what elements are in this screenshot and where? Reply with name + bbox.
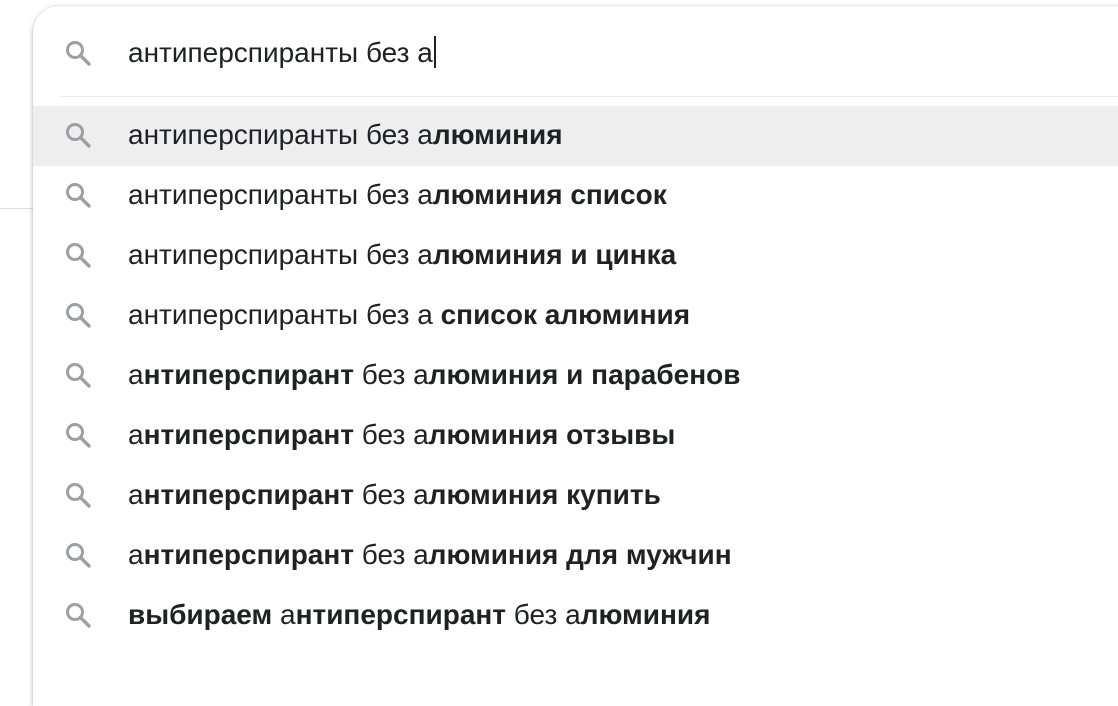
suggestion-completion: люминия и цинка — [432, 239, 677, 270]
suggestion-completion: люминия — [580, 599, 711, 630]
search-icon — [63, 300, 93, 330]
suggestion-text: антиперспиранты без алюминия — [128, 117, 563, 153]
suggestion-completion: выбираем — [128, 599, 273, 630]
search-icon — [63, 480, 93, 510]
suggestion-text: антиперспирант без алюминия отзывы — [128, 417, 675, 453]
suggestion-item[interactable]: антиперспиранты без алюминия список — [33, 166, 1118, 226]
suggestion-query-part: а — [128, 359, 144, 390]
suggestion-completion: нтиперспирант — [143, 479, 355, 510]
suggestion-query-part: без а — [354, 419, 429, 450]
search-icon — [63, 240, 93, 270]
suggestion-query-part: без а — [354, 539, 429, 570]
suggestion-completion: люминия для мужчин — [428, 539, 732, 570]
search-input[interactable]: антиперспиранты без а — [128, 35, 436, 71]
suggestion-text: антиперспирант без алюминия и парабенов — [128, 357, 740, 393]
suggestion-query-part: без а — [506, 599, 581, 630]
suggestion-query-part: антиперспиранты без а — [128, 119, 433, 150]
suggestion-query-part: антиперспиранты без а — [128, 239, 433, 270]
suggestion-item[interactable]: антиперспирант без алюминия для мужчин — [33, 526, 1118, 586]
suggestion-completion: нтиперспирант — [143, 419, 355, 450]
suggestion-query-part: антиперспиранты без а — [128, 299, 441, 330]
suggestion-text: антиперспирант без алюминия для мужчин — [128, 537, 732, 573]
suggestion-query-part: а — [128, 419, 144, 450]
search-icon — [63, 180, 93, 210]
suggestion-completion: список алюминия — [440, 299, 691, 330]
search-icon — [63, 420, 93, 450]
search-icon — [63, 600, 93, 630]
search-icon — [63, 120, 93, 150]
search-input-row[interactable]: антиперспиранты без а — [33, 6, 1118, 96]
suggestion-item[interactable]: антиперспирант без алюминия купить — [33, 466, 1118, 526]
suggestion-text: выбираем антиперспирант без алюминия — [128, 597, 710, 633]
suggestion-item[interactable]: антиперспирант без алюминия отзывы — [33, 406, 1118, 466]
suggestion-query-part: а — [272, 599, 296, 630]
suggestion-item[interactable]: антиперспирант без алюминия и парабенов — [33, 346, 1118, 406]
suggestion-completion: нтиперспирант — [143, 539, 355, 570]
suggestion-item[interactable]: выбираем антиперспирант без алюминия — [33, 586, 1118, 646]
search-input-value: антиперспиранты без а — [128, 37, 433, 68]
suggestion-completion: люминия отзывы — [428, 419, 676, 450]
input-divider — [60, 96, 1118, 97]
suggestion-completion: нтиперспирант — [143, 359, 355, 390]
suggestion-text: антиперспиранты без алюминия и цинка — [128, 237, 676, 273]
suggestion-query-part: антиперспиранты без а — [128, 179, 433, 210]
suggestion-query-part: без а — [354, 359, 429, 390]
suggestion-completion: люминия купить — [428, 479, 661, 510]
search-icon — [63, 360, 93, 390]
search-box: антиперспиранты без а антиперспиранты бе… — [33, 6, 1118, 706]
suggestion-item[interactable]: антиперспиранты без алюминия и цинка — [33, 226, 1118, 286]
suggestion-completion: люминия — [432, 119, 563, 150]
suggestion-text: антиперспиранты без а список алюминия — [128, 297, 690, 333]
search-icon — [63, 540, 93, 570]
text-caret — [433, 36, 436, 68]
search-icon — [63, 38, 93, 68]
suggestion-item[interactable]: антиперспиранты без алюминия — [33, 106, 1118, 166]
suggestion-completion: люминия список — [432, 179, 667, 210]
suggestion-text: антиперспиранты без алюминия список — [128, 177, 667, 213]
suggestion-query-part: а — [128, 479, 144, 510]
suggestion-query-part: а — [128, 539, 144, 570]
suggestions-list: антиперспиранты без алюминия антиперспира… — [33, 106, 1118, 646]
suggestion-query-part: без а — [354, 479, 429, 510]
suggestion-completion: люминия и парабенов — [428, 359, 741, 390]
suggestion-item[interactable]: антиперспиранты без а список алюминия — [33, 286, 1118, 346]
suggestion-text: антиперспирант без алюминия купить — [128, 477, 661, 513]
suggestion-completion: нтиперспирант — [295, 599, 507, 630]
